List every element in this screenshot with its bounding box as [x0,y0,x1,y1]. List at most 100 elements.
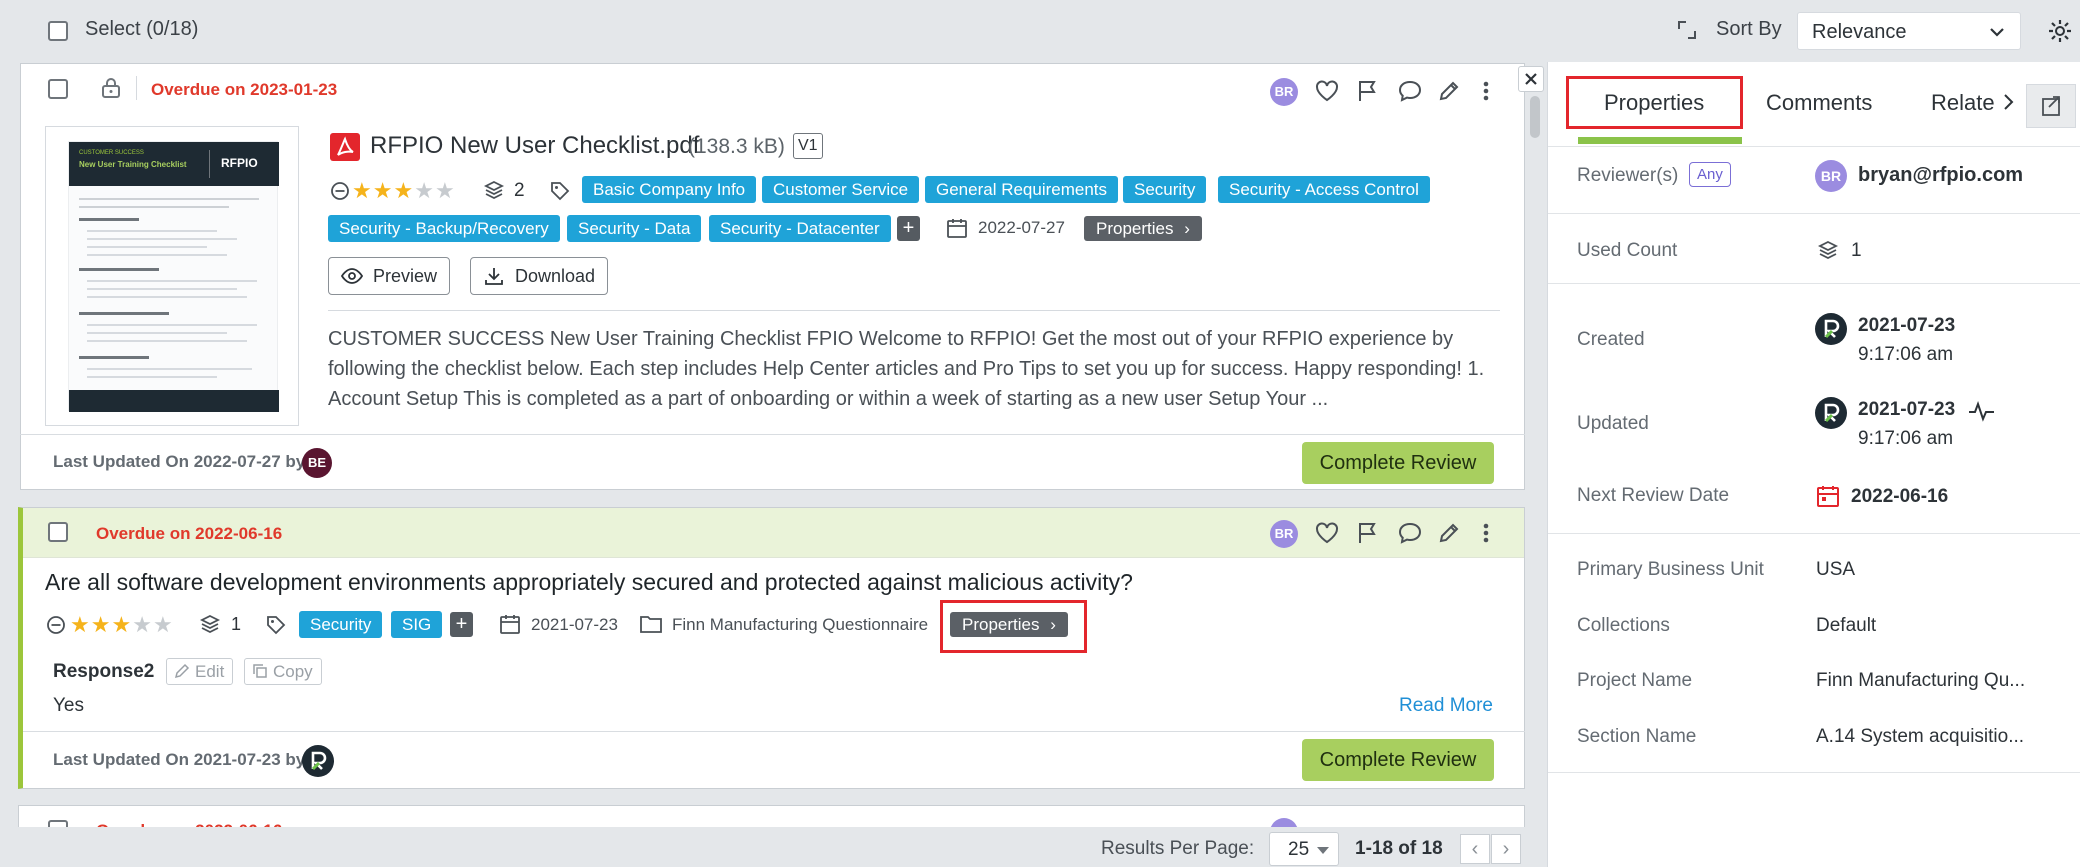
tag-chip[interactable]: Security - Data [567,215,702,242]
caret-down-icon [1316,846,1330,856]
tag-chip[interactable]: Security [299,611,383,638]
avatar[interactable]: BR [1270,520,1298,548]
primary-business-unit-value: USA [1816,559,1856,580]
flag-icon[interactable] [1356,521,1380,545]
select-all-checkbox[interactable] [48,21,68,41]
project-name-value[interactable]: Finn Manufacturing Qu... [1816,670,2025,692]
document-date: 2022-07-27 [978,218,1065,237]
reviewer-avatar[interactable]: BR [1815,160,1847,192]
reviewer-email[interactable]: bryan@rfpio.com [1858,164,2023,187]
properties-button[interactable]: Properties › [1084,216,1202,241]
chevron-down-icon [1988,23,2006,41]
more-tags-button[interactable]: + [897,216,920,241]
chevron-right-icon[interactable] [2002,92,2014,112]
next-review-label: Next Review Date [1577,485,1730,506]
properties-button[interactable]: Properties › [950,612,1068,637]
tab-comments[interactable]: Comments [1766,90,1872,116]
chevron-right-icon: › [1184,219,1190,238]
more-vertical-icon[interactable] [1478,79,1494,103]
avatar[interactable]: BE [302,448,332,478]
card-footer-divider [23,731,1525,732]
used-count: 2 [514,180,525,201]
properties-label: Properties [962,615,1040,634]
results-per-page-label: Results Per Page: [1101,838,1255,859]
tab-properties[interactable]: Properties [1566,76,1743,129]
more-tags-button[interactable]: + [450,612,473,637]
comment-icon[interactable] [1397,521,1423,545]
result-card-question [18,507,1525,789]
flag-icon[interactable] [1356,79,1380,103]
tag-chip[interactable]: Security - Datacenter [709,215,891,242]
divider [1548,213,2080,214]
complete-review-button[interactable]: Complete Review [1302,442,1494,484]
sort-select[interactable]: Relevance [1797,12,2021,50]
tag-chip[interactable]: Customer Service [762,176,920,203]
star-empty-icon[interactable]: ★ [153,614,173,636]
tab-related[interactable]: Relate [1931,90,1995,116]
primary-business-unit-label: Primary Business Unit [1577,559,1764,580]
star-filled-icon[interactable]: ★ [352,180,372,202]
tag-chip[interactable]: General Requirements [925,176,1119,203]
copy-response-button[interactable]: Copy [244,658,322,685]
question-title[interactable]: Are all software development environment… [45,569,1133,596]
tag-icon [549,180,571,202]
edit-pencil-icon[interactable] [1437,79,1461,103]
tab-label: Properties [1604,90,1705,115]
more-vertical-icon[interactable] [1478,521,1494,545]
overdue-label: Overdue on 2023-01-23 [151,80,338,99]
complete-review-button[interactable]: Complete Review [1302,739,1494,781]
company-logo-avatar[interactable] [302,745,334,777]
settings-gear-icon[interactable] [2047,18,2073,44]
preview-button[interactable]: Preview [328,257,451,295]
edit-response-button[interactable]: Edit [166,658,234,685]
tag-chip[interactable]: Security [1123,176,1207,203]
tag-chip[interactable]: Security - Access Control [1218,176,1430,203]
read-more-link[interactable]: Read More [1399,695,1493,717]
document-thumbnail[interactable]: CUSTOMER SUCCESS New User Training Check… [45,126,299,426]
tag-chip[interactable]: Basic Company Info [582,176,757,203]
star-filled-icon[interactable]: ★ [91,614,111,636]
activity-icon[interactable] [1968,399,1996,423]
heart-icon[interactable] [1314,521,1340,545]
comment-icon[interactable] [1397,79,1423,103]
results-per-page-select[interactable]: 25 [1269,832,1339,866]
star-filled-icon[interactable]: ★ [393,180,413,202]
card-checkbox[interactable] [48,79,68,99]
star-empty-icon[interactable]: ★ [435,180,455,202]
created-date: 2021-07-23 [1858,315,1956,336]
document-title[interactable]: RFPIO New User Checklist.pdf [370,132,699,160]
section-name-value[interactable]: A.14 System acquisitio... [1816,726,2024,748]
avatar[interactable]: BR [1270,78,1298,106]
expand-icon[interactable] [1676,19,1698,41]
edit-pencil-icon[interactable] [1437,521,1461,545]
star-filled-icon[interactable]: ★ [70,614,90,636]
star-rating[interactable]: ★ ★ ★ ★ ★ [70,614,173,636]
layers-icon [483,179,505,201]
thumbnail-brand: RFPIO [221,156,258,170]
star-filled-icon[interactable]: ★ [111,614,131,636]
folder-icon [639,613,663,635]
edit-label: Edit [195,662,225,681]
tag-icon [265,614,287,636]
next-page-button[interactable]: › [1491,834,1521,864]
minus-circle-icon[interactable] [330,181,350,201]
star-empty-icon[interactable]: ★ [132,614,152,636]
scrollbar-thumb[interactable] [1530,96,1540,138]
tag-chip[interactable]: SIG [391,611,443,638]
minus-circle-icon[interactable] [46,615,66,635]
share-export-icon[interactable] [2026,84,2076,128]
divider [328,310,1500,311]
download-button[interactable]: Download [470,257,609,295]
close-icon[interactable] [1518,66,1544,92]
prev-page-button[interactable]: ‹ [1460,834,1490,864]
created-time: 9:17:06 am [1858,344,1954,365]
star-rating[interactable]: ★ ★ ★ ★ ★ [352,180,455,202]
star-empty-icon[interactable]: ★ [414,180,434,202]
card-checkbox[interactable] [48,522,68,542]
eye-icon [341,266,363,286]
preview-label: Preview [373,266,438,286]
heart-icon[interactable] [1314,79,1340,103]
project-name[interactable]: Finn Manufacturing Questionnaire [672,615,928,635]
star-filled-icon[interactable]: ★ [373,180,393,202]
tag-chip[interactable]: Security - Backup/Recovery [328,215,560,242]
